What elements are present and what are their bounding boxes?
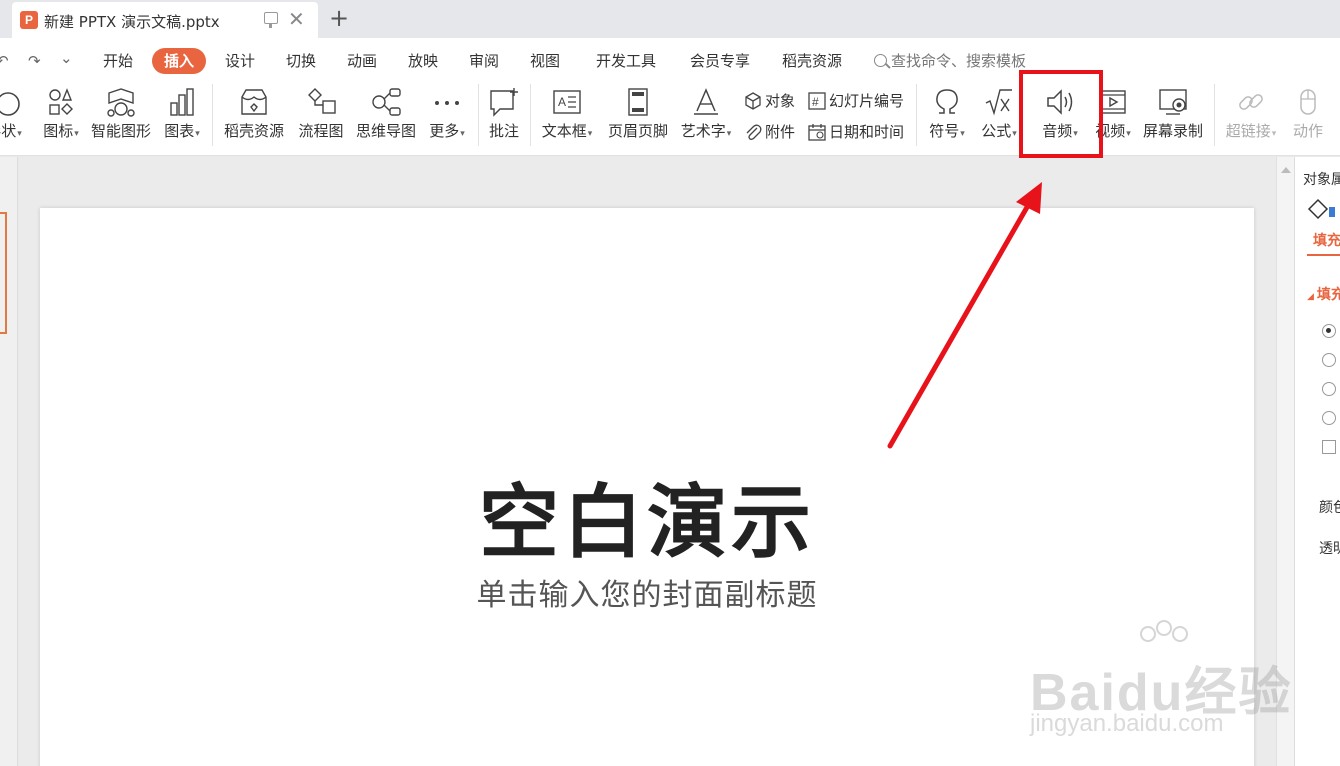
watermark-url: jingyan.baidu.com [1030, 710, 1224, 737]
baidu-watermark: Baidu经验 jingyan.baidu.com [1030, 620, 1290, 740]
